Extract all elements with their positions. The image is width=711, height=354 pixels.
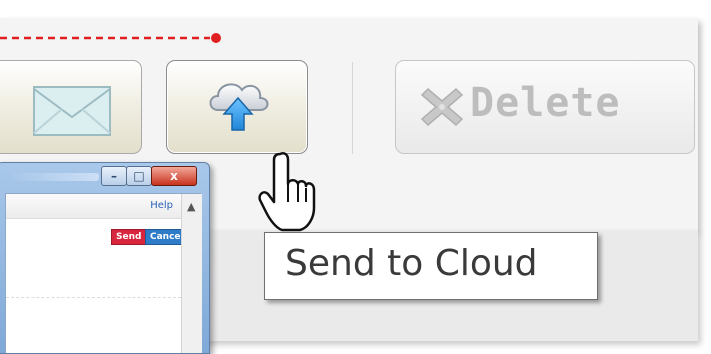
tooltip-text: Send to Cloud	[285, 243, 538, 284]
mini-window: – □ x Help Send Cancel ▲	[0, 162, 210, 354]
cloud-upload-icon	[209, 83, 269, 131]
send-button[interactable]: Send	[111, 229, 147, 245]
toolbar-separator	[352, 62, 353, 154]
scrollbar[interactable]: ▲	[181, 194, 202, 353]
chevron-up-icon[interactable]: ▲	[187, 200, 195, 213]
maximize-icon: □	[133, 169, 145, 183]
close-icon: x	[170, 169, 178, 183]
minimize-icon: –	[111, 169, 117, 183]
callout-dotted-line	[0, 33, 221, 43]
close-button[interactable]: x	[151, 166, 197, 186]
envelope-icon	[33, 86, 111, 136]
divider	[6, 297, 181, 298]
delete-label: Delete	[470, 80, 621, 126]
mini-window-titlebar[interactable]: – □ x	[0, 163, 209, 193]
help-link[interactable]: Help	[150, 200, 173, 211]
mini-window-content: Help Send Cancel ▲	[5, 193, 202, 353]
minimize-button[interactable]: –	[101, 166, 127, 186]
mini-window-title	[9, 173, 99, 181]
delete-x-icon	[420, 87, 464, 127]
help-bar: Help	[6, 194, 181, 219]
maximize-button[interactable]: □	[126, 166, 152, 186]
hand-pointer-icon	[258, 152, 316, 232]
tooltip: Send to Cloud	[264, 232, 598, 300]
